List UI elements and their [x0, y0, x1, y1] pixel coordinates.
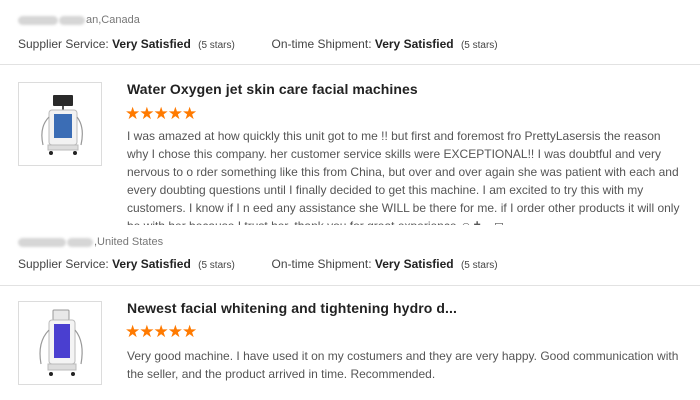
reviewer-name-redacted: [67, 237, 93, 247]
product-thumbnail[interactable]: [18, 82, 102, 166]
supplier-service-value: Very Satisfied: [112, 37, 191, 51]
supplier-service-label: Supplier Service:: [18, 37, 109, 51]
facial-machine-image: [41, 95, 83, 155]
product-thumbnail[interactable]: [18, 301, 102, 385]
ontime-shipment-label: On-time Shipment:: [271, 257, 372, 271]
reviewer-name-redacted: [18, 15, 58, 25]
ontime-shipment-value: Very Satisfied: [374, 37, 454, 51]
supplier-service-stars: (5 stars): [198, 40, 235, 51]
reviewer-location: ,United States: [94, 236, 164, 248]
supplier-service-label: Supplier Service:: [18, 257, 109, 271]
divider: [0, 285, 700, 286]
reviewer-name-redacted: [18, 237, 66, 247]
ontime-shipment-value: Very Satisfied: [374, 257, 454, 271]
divider: [0, 64, 700, 65]
reviewer-name-redacted: [59, 15, 85, 25]
ontime-shipment-label: On-time Shipment:: [271, 37, 372, 51]
review-text: I was amazed at how quickly this unit go…: [127, 129, 680, 225]
ratings-summary: Supplier Service: Very Satisfied (5 star…: [18, 257, 498, 271]
reviewer-location: an,Canada: [86, 14, 140, 26]
ontime-shipment-stars: (5 stars): [460, 40, 498, 51]
reviewer-info: an,Canada: [18, 14, 140, 26]
reviewer-info: ,United States: [18, 236, 163, 248]
review-text: Very good machine. I have used it on my …: [127, 349, 679, 381]
supplier-service-value: Very Satisfied: [112, 257, 191, 271]
product-title[interactable]: Newest facial whitening and tightening h…: [127, 300, 457, 316]
supplier-service-stars: (5 stars): [198, 260, 235, 271]
rating-stars: ★★★★★: [125, 104, 197, 123]
rating-stars: ★★★★★: [125, 322, 197, 341]
product-title[interactable]: Water Oxygen jet skin care facial machin…: [127, 81, 418, 97]
hydro-machine-image: [39, 309, 83, 376]
ratings-summary: Supplier Service: Very Satisfied (5 star…: [18, 37, 498, 51]
ontime-shipment-stars: (5 stars): [460, 260, 498, 271]
